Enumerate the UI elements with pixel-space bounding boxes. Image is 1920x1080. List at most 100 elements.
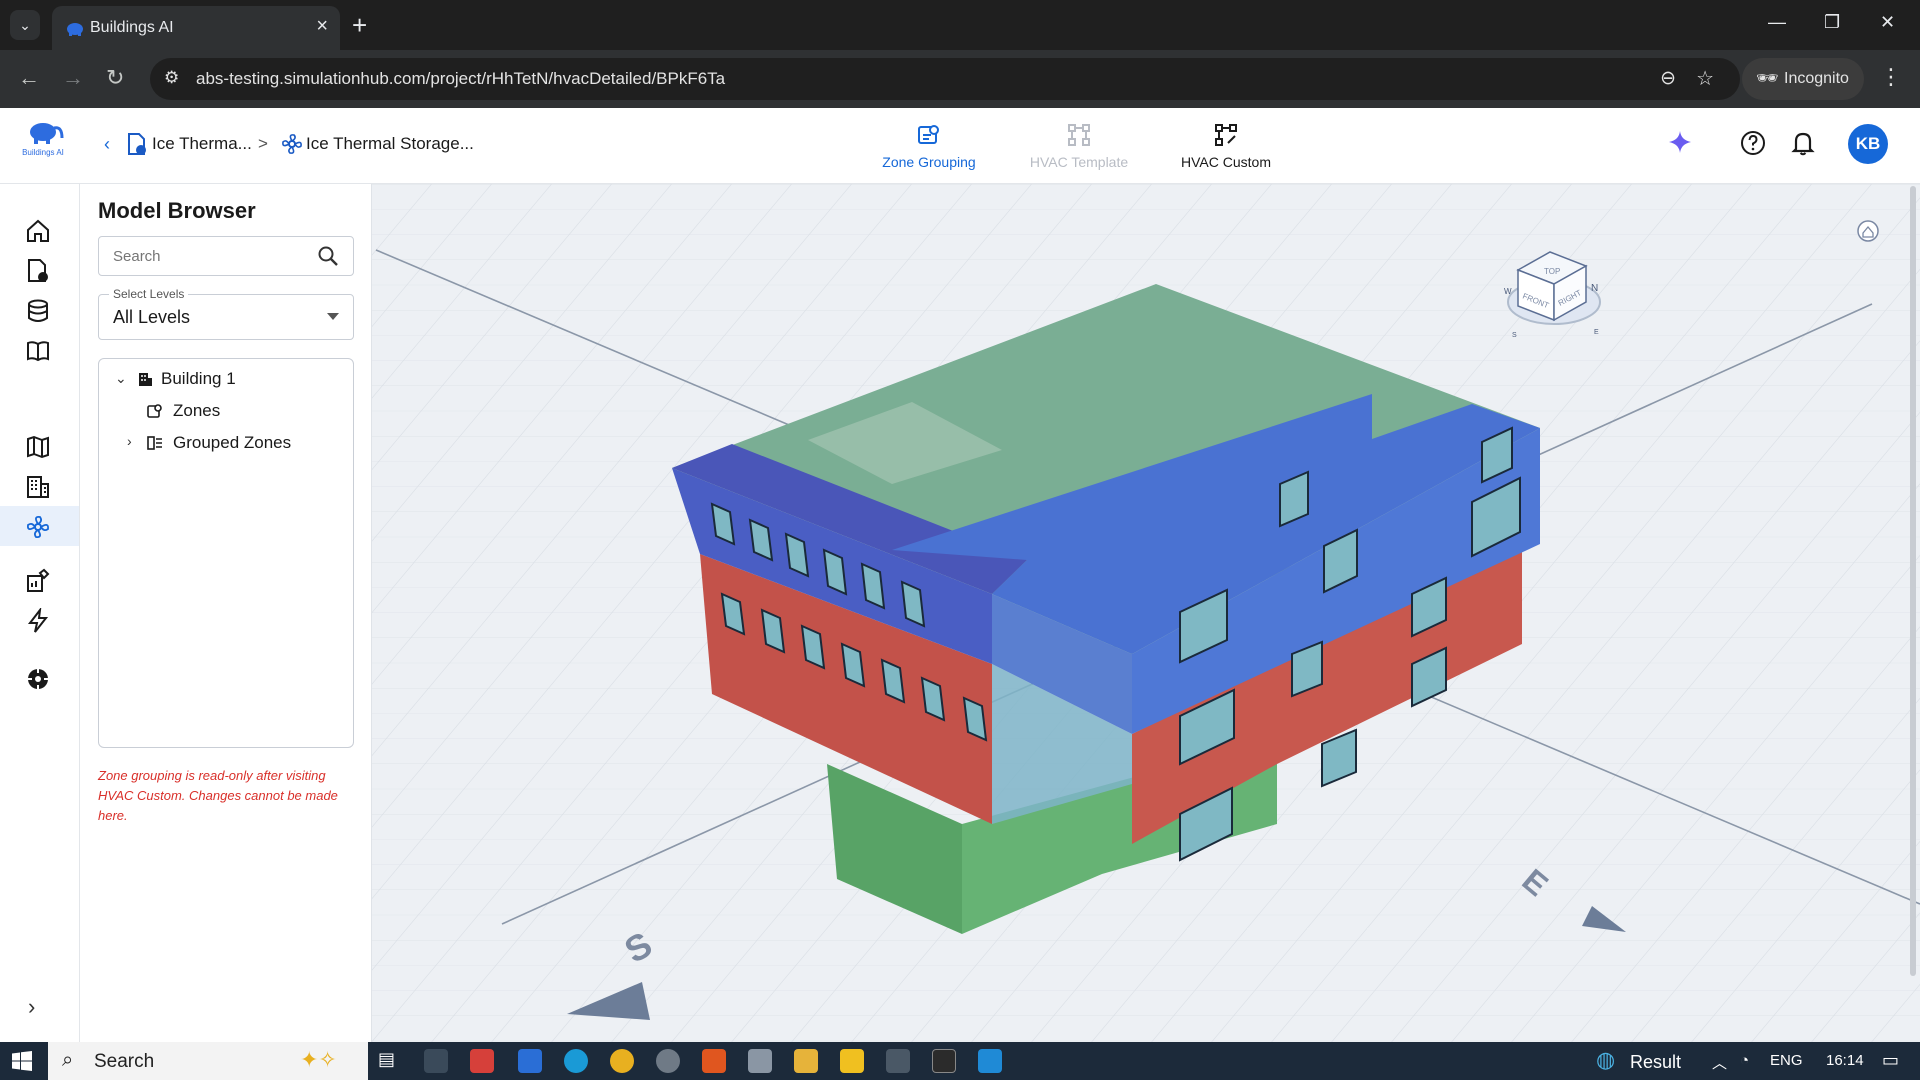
home-view-icon[interactable] bbox=[1857, 220, 1879, 242]
building-tree-icon bbox=[139, 373, 152, 386]
project-info-icon[interactable] bbox=[25, 258, 51, 284]
select-levels-dropdown[interactable]: Select Levels All Levels bbox=[98, 287, 354, 340]
restore-icon[interactable]: ❐ bbox=[1824, 12, 1840, 33]
task-view-icon[interactable]: ▤ bbox=[378, 1049, 402, 1073]
close-tab-icon[interactable]: × bbox=[316, 15, 328, 38]
result-label[interactable]: Result bbox=[1630, 1052, 1681, 1073]
help-icon[interactable] bbox=[1740, 130, 1766, 156]
terminal-icon[interactable] bbox=[932, 1049, 956, 1073]
wifi-icon[interactable]: ◔ bbox=[1740, 1052, 1749, 1069]
ai-sparkle-icon[interactable] bbox=[1668, 130, 1692, 154]
breadcrumb-back-icon[interactable]: ‹ bbox=[104, 134, 110, 155]
model-search bbox=[98, 236, 354, 276]
bookmark-star-icon[interactable]: ☆ bbox=[1696, 66, 1714, 91]
new-tab-button[interactable]: + bbox=[352, 10, 367, 41]
site-info-icon[interactable]: ⚙ bbox=[164, 68, 179, 88]
vscode-icon[interactable] bbox=[978, 1049, 1002, 1073]
windows-start-icon[interactable] bbox=[12, 1051, 32, 1071]
tab-list-button[interactable]: ⌄ bbox=[10, 10, 40, 40]
incognito-badge[interactable]: 🕶 Incognito bbox=[1742, 58, 1864, 100]
browser-menu-icon[interactable]: ⋮ bbox=[1880, 64, 1902, 90]
result-app-icon[interactable]: ◍ bbox=[1596, 1047, 1615, 1073]
reload-icon[interactable]: ↻ bbox=[106, 65, 124, 91]
model-browser-panel: Model Browser Select Levels All Levels ⌄… bbox=[80, 184, 372, 1042]
expand-chevron-icon[interactable]: › bbox=[127, 433, 132, 449]
left-nav-rail: › bbox=[0, 184, 80, 1042]
tray-chevron-icon[interactable]: ︿ bbox=[1712, 1052, 1727, 1073]
outlook-icon[interactable] bbox=[518, 1049, 542, 1073]
minimize-icon[interactable]: — bbox=[1768, 12, 1786, 33]
tree-zones-label: Zones bbox=[173, 401, 221, 420]
edge-icon[interactable] bbox=[564, 1049, 588, 1073]
taskbar-app-icon-3[interactable] bbox=[748, 1049, 772, 1073]
zoom-icon[interactable]: ⊖ bbox=[1660, 67, 1676, 90]
close-window-icon[interactable]: ✕ bbox=[1880, 12, 1895, 33]
notification-center-icon[interactable]: ▭ bbox=[1882, 1050, 1899, 1071]
sticky-notes-icon[interactable] bbox=[840, 1049, 864, 1073]
analytics-icon[interactable] bbox=[25, 568, 51, 594]
viewcube-e-label: E bbox=[1594, 329, 1599, 336]
collapse-chevron-icon[interactable]: ⌄ bbox=[115, 370, 127, 387]
incognito-label: Incognito bbox=[1784, 70, 1849, 87]
tab-hvac-template-label: HVAC Template bbox=[1029, 154, 1129, 170]
brave-icon[interactable] bbox=[702, 1049, 726, 1073]
hvac-fan-nav-icon[interactable] bbox=[25, 514, 51, 540]
hvac-fan-icon bbox=[282, 134, 302, 154]
viewport-scrollbar[interactable] bbox=[1910, 186, 1916, 976]
chrome-incognito-icon[interactable] bbox=[656, 1049, 680, 1073]
app-logo[interactable]: Buildings AI bbox=[18, 118, 68, 162]
url-text[interactable]: abs-testing.simulationhub.com/project/rH… bbox=[196, 69, 725, 89]
3d-viewport[interactable]: S E TOP FRONT RIGHT N W S E bbox=[372, 184, 1920, 1042]
hvac-custom-icon bbox=[1215, 124, 1237, 146]
building-icon[interactable] bbox=[25, 474, 51, 500]
taskbar-search[interactable]: ⌕ Search ✦✧ bbox=[48, 1042, 368, 1080]
taskbar-app-icon-2[interactable] bbox=[470, 1049, 494, 1073]
energy-bolt-icon[interactable] bbox=[25, 608, 51, 634]
building-3d-scene[interactable]: S E TOP FRONT RIGHT N W S E bbox=[372, 184, 1920, 1042]
viewcube-s-label: S bbox=[1512, 332, 1517, 339]
zones-icon bbox=[147, 404, 162, 418]
taskbar-app-icon-1[interactable] bbox=[424, 1049, 448, 1073]
tab-hvac-template[interactable]: HVAC Template bbox=[1020, 122, 1138, 170]
copilot-sparkle-icon: ✦✧ bbox=[300, 1047, 337, 1072]
omnibox[interactable]: ⚙ abs-testing.simulationhub.com/project/… bbox=[150, 58, 1740, 100]
grouped-zones-icon bbox=[147, 436, 162, 450]
tab-hvac-custom[interactable]: HVAC Custom bbox=[1166, 122, 1286, 170]
taskbar-app-icon-4[interactable] bbox=[886, 1049, 910, 1073]
browser-tab-bar: ⌄ Buildings AI × + — ❐ ✕ bbox=[0, 0, 1920, 50]
library-book-icon[interactable] bbox=[25, 338, 51, 364]
back-icon[interactable]: ← bbox=[18, 65, 40, 91]
zone-grouping-icon bbox=[918, 125, 939, 144]
taskbar-search-icon: ⌕ bbox=[62, 1049, 74, 1071]
search-icon[interactable] bbox=[317, 245, 339, 267]
file-explorer-icon[interactable] bbox=[794, 1049, 818, 1073]
model-search-input[interactable] bbox=[99, 237, 309, 275]
map-icon[interactable] bbox=[25, 434, 51, 460]
notification-bell-icon[interactable] bbox=[1791, 130, 1815, 156]
viewcube-top-label: TOP bbox=[1544, 267, 1560, 276]
language-indicator[interactable]: ENG bbox=[1770, 1052, 1803, 1069]
tab-zone-grouping[interactable]: Zone Grouping bbox=[870, 122, 988, 170]
project-file-icon bbox=[128, 133, 146, 155]
select-levels-label: Select Levels bbox=[109, 287, 189, 301]
viewcube-w-label: W bbox=[1504, 287, 1512, 296]
forward-icon[interactable]: → bbox=[62, 65, 84, 91]
user-avatar[interactable]: KB bbox=[1848, 124, 1888, 164]
breadcrumb-model[interactable]: Ice Thermal Storage... bbox=[306, 134, 474, 154]
plugin-settings-icon[interactable] bbox=[25, 666, 51, 692]
home-icon[interactable] bbox=[25, 218, 51, 244]
logo-text: Buildings AI bbox=[22, 148, 64, 157]
breadcrumb-separator: > bbox=[258, 134, 268, 153]
breadcrumb-project[interactable]: Ice Therma... bbox=[152, 134, 252, 154]
tab-zone-grouping-label: Zone Grouping bbox=[882, 154, 976, 170]
tree-grouped-zones-label: Grouped Zones bbox=[173, 433, 292, 452]
database-icon[interactable] bbox=[25, 298, 51, 324]
expand-rail-icon[interactable]: › bbox=[28, 994, 35, 1020]
favicon-icon bbox=[67, 23, 83, 36]
app-header: Buildings AI ‹ Ice Therma... > Ice Therm… bbox=[0, 108, 1920, 184]
model-browser-title: Model Browser bbox=[98, 198, 256, 223]
browser-tab[interactable]: Buildings AI × bbox=[52, 6, 340, 50]
windows-taskbar: ⌕ Search ✦✧ ▤ ◍ Result ︿ ◔ ENG 16:14 ▭ bbox=[0, 1042, 1920, 1080]
chrome-icon[interactable] bbox=[610, 1049, 634, 1073]
clock-time[interactable]: 16:14 bbox=[1826, 1052, 1864, 1069]
